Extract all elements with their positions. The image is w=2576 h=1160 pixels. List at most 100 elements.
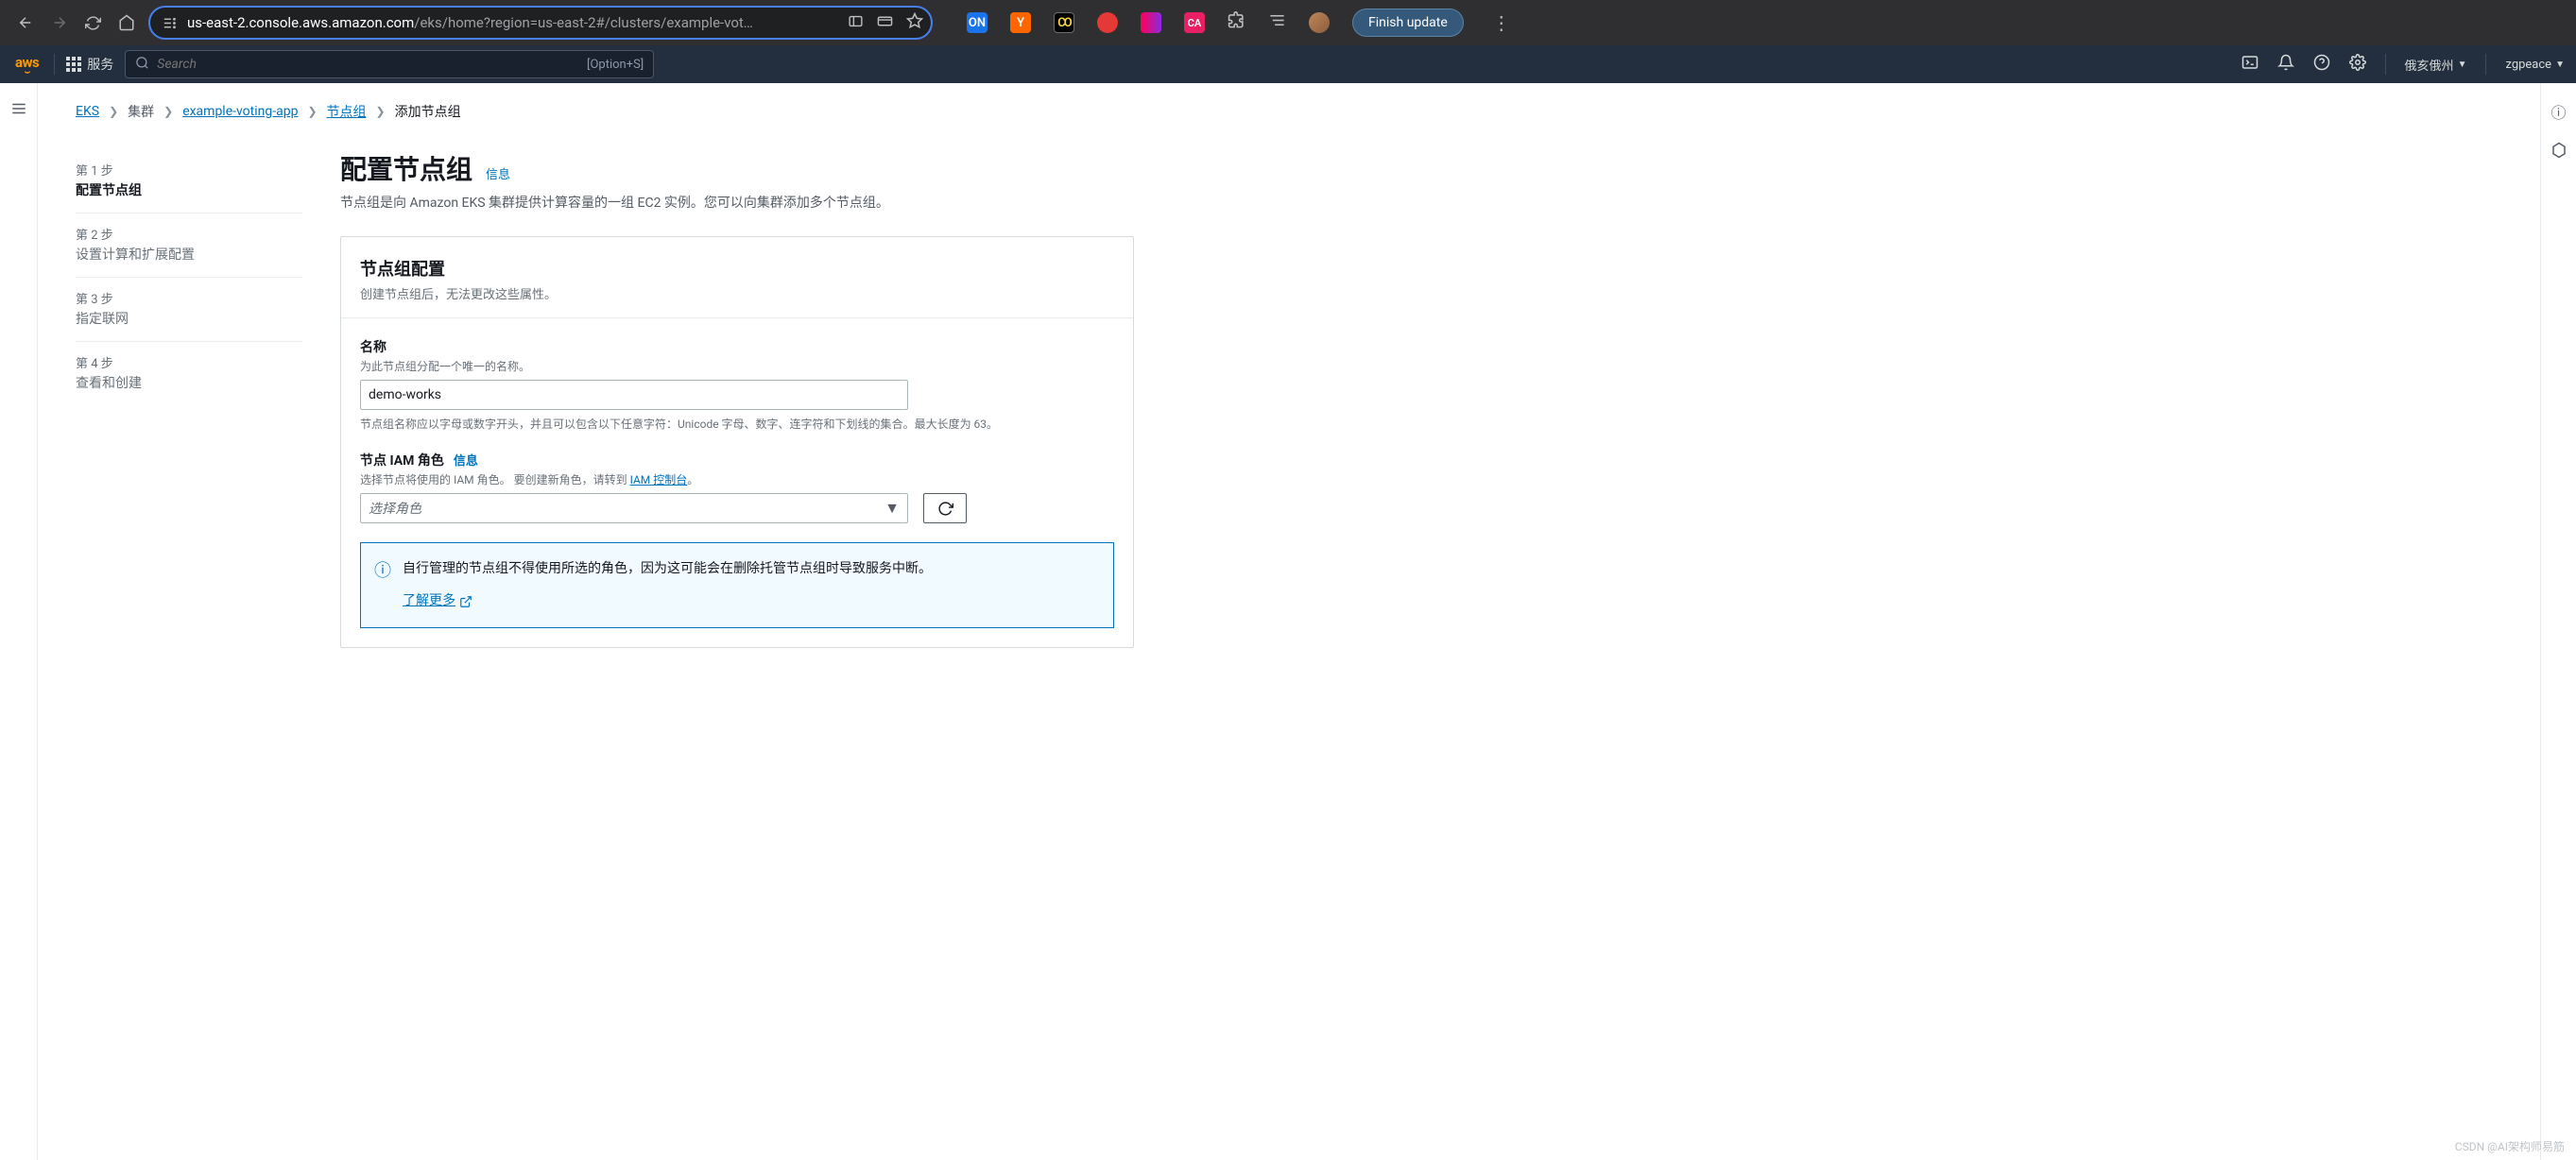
user-label: zgpeace	[2505, 58, 2551, 72]
breadcrumb: EKS ❯ 集群 ❯ example-voting-app ❯ 节点组 ❯ 添加…	[76, 102, 2502, 121]
browser-toolbar: us-east-2.console.aws.amazon.com/eks/hom…	[0, 0, 2576, 45]
field-hint: 为此节点组分配一个唯一的名称。	[360, 358, 1114, 374]
step-1[interactable]: 第 1 步 配置节点组	[76, 149, 302, 213]
settings-icon[interactable]	[2349, 54, 2366, 76]
caret-down-icon: ▼	[2458, 60, 2467, 70]
extension-brain-icon[interactable]	[1141, 12, 1161, 33]
wizard-main: 配置节点组 信息 节点组是向 Amazon EKS 集群提供计算容量的一组 EC…	[340, 149, 1134, 667]
help-icon[interactable]	[2313, 54, 2330, 76]
panel-subtitle: 创建节点组后，无法更改这些属性。	[360, 284, 1114, 302]
back-icon[interactable]	[17, 14, 34, 31]
hexagon-icon[interactable]	[2550, 142, 2567, 162]
field-iam-role: 节点 IAM 角色 信息 选择节点将使用的 IAM 角色。 要创建新角色，请转到…	[360, 451, 1114, 523]
account-menu[interactable]: zgpeace ▼	[2505, 58, 2565, 72]
step-title: 查看和创建	[76, 373, 302, 392]
page-title-row: 配置节点组 信息	[340, 149, 1134, 193]
reading-list-icon[interactable]	[1268, 11, 1286, 34]
page-description: 节点组是向 Amazon EKS 集群提供计算容量的一组 EC2 实例。您可以向…	[340, 193, 1134, 212]
address-bar[interactable]: us-east-2.console.aws.amazon.com/eks/hom…	[148, 6, 933, 40]
extension-colab-icon[interactable]: CO	[1054, 12, 1074, 33]
iam-role-info-alert: ⓘ 自行管理的节点组不得使用所选的角色，因为这可能会在删除托管节点组时导致服务中…	[360, 542, 1114, 628]
info-panel-icon[interactable]: ⓘ	[2550, 100, 2566, 123]
step-title: 配置节点组	[76, 180, 302, 199]
breadcrumb-nodegroups[interactable]: 节点组	[327, 102, 367, 121]
chevron-right-icon: ❯	[376, 105, 386, 118]
step-number: 第 4 步	[76, 353, 302, 371]
info-icon: ⓘ	[374, 558, 391, 586]
step-number: 第 1 步	[76, 161, 302, 179]
breadcrumb-cluster-name[interactable]: example-voting-app	[182, 104, 298, 119]
search-shortcut: [Option+S]	[587, 58, 644, 72]
browser-menu-icon[interactable]: ⋮	[1486, 11, 1517, 34]
step-number: 第 2 步	[76, 225, 302, 243]
page-title: 配置节点组	[340, 149, 472, 187]
info-link[interactable]: 信息	[486, 164, 510, 182]
field-hint: 选择节点将使用的 IAM 角色。 要创建新角色，请转到 IAM 控制台。	[360, 471, 1114, 487]
home-icon[interactable]	[118, 14, 135, 31]
cloudshell-icon[interactable]	[2241, 54, 2258, 76]
extension-adblock-icon[interactable]	[1097, 12, 1118, 33]
field-label: 节点 IAM 角色 信息	[360, 451, 1114, 469]
share-icon[interactable]	[848, 13, 864, 33]
aws-search-bar[interactable]: [Option+S]	[125, 50, 654, 78]
chevron-right-icon: ❯	[109, 105, 118, 118]
region-selector[interactable]: 俄亥俄州 ▼	[2405, 56, 2467, 74]
chevron-right-icon: ❯	[163, 105, 173, 118]
watermark: CSDN @AI架构师易筋	[2455, 1138, 2565, 1154]
field-nodegroup-name: 名称 为此节点组分配一个唯一的名称。 节点组名称应以字母或数字开头，并且可以包含…	[360, 337, 1114, 432]
caret-down-icon: ▼	[884, 499, 900, 518]
select-placeholder: 选择角色	[369, 499, 421, 518]
hamburger-icon[interactable]	[10, 102, 27, 122]
grid-icon	[66, 57, 81, 72]
addr-actions	[848, 12, 923, 33]
url-text: us-east-2.console.aws.amazon.com/eks/hom…	[187, 14, 838, 31]
field-constraint: 节点组名称应以字母或数字开头，并且可以包含以下任意字符：Unicode 字母、数…	[360, 416, 1114, 432]
reload-icon[interactable]	[85, 15, 101, 31]
payment-icon[interactable]	[877, 13, 893, 33]
step-4[interactable]: 第 4 步 查看和创建	[76, 342, 302, 405]
aws-header-right: 俄亥俄州 ▼ zgpeace ▼	[2241, 54, 2565, 76]
extension-y-icon[interactable]: Y	[1010, 12, 1031, 33]
role-select-row: 选择角色 ▼	[360, 493, 1114, 523]
learn-more-link[interactable]: 了解更多	[403, 590, 472, 611]
finish-update-button[interactable]: Finish update	[1352, 9, 1464, 37]
nodegroup-config-panel: 节点组配置 创建节点组后，无法更改这些属性。 名称 为此节点组分配一个唯一的名称…	[340, 236, 1134, 648]
search-input[interactable]	[157, 57, 579, 72]
services-label: 服务	[87, 55, 113, 74]
aws-logo[interactable]: aws⌣	[11, 54, 43, 75]
region-label: 俄亥俄州	[2405, 56, 2454, 74]
app-body: EKS ❯ 集群 ❯ example-voting-app ❯ 节点组 ❯ 添加…	[0, 83, 2576, 1160]
chevron-right-icon: ❯	[307, 105, 317, 118]
extensions-tray: ON Y CO CA Finish update ⋮	[946, 9, 1517, 37]
search-icon	[135, 56, 149, 74]
wizard-layout: 第 1 步 配置节点组 第 2 步 设置计算和扩展配置 第 3 步 指定联网 第…	[76, 149, 2502, 667]
step-3[interactable]: 第 3 步 指定联网	[76, 278, 302, 342]
site-info-icon[interactable]	[158, 15, 178, 31]
refresh-roles-button[interactable]	[923, 493, 967, 523]
nodegroup-name-input[interactable]	[360, 380, 908, 410]
bookmark-star-icon[interactable]	[906, 12, 923, 33]
panel-body: 名称 为此节点组分配一个唯一的名称。 节点组名称应以字母或数字开头，并且可以包含…	[341, 318, 1133, 647]
forward-icon	[51, 14, 68, 31]
iam-console-link[interactable]: IAM 控制台	[630, 473, 688, 486]
field-label: 名称	[360, 337, 1114, 356]
extension-ca-icon[interactable]: CA	[1184, 12, 1205, 33]
notifications-icon[interactable]	[2277, 54, 2294, 76]
profile-avatar[interactable]	[1309, 12, 1330, 33]
separator	[2385, 54, 2386, 75]
services-menu[interactable]: 服务	[66, 55, 113, 74]
right-utility-rail: ⓘ	[2540, 83, 2576, 1160]
info-link[interactable]: 信息	[454, 451, 478, 469]
breadcrumb-current: 添加节点组	[395, 102, 461, 121]
aws-console-header: aws⌣ 服务 [Option+S] 俄亥俄州 ▼ zgpeace	[0, 45, 2576, 83]
step-2[interactable]: 第 2 步 设置计算和扩展配置	[76, 213, 302, 278]
caret-down-icon: ▼	[2555, 60, 2565, 70]
step-number: 第 3 步	[76, 289, 302, 307]
extensions-icon[interactable]	[1228, 11, 1245, 34]
iam-role-select[interactable]: 选择角色 ▼	[360, 493, 908, 523]
panel-title: 节点组配置	[360, 256, 1114, 281]
breadcrumb-eks[interactable]: EKS	[76, 104, 99, 119]
extension-on-icon[interactable]: ON	[967, 12, 987, 33]
role-label-text: 节点 IAM 角色	[360, 451, 444, 469]
step-title: 设置计算和扩展配置	[76, 245, 302, 264]
